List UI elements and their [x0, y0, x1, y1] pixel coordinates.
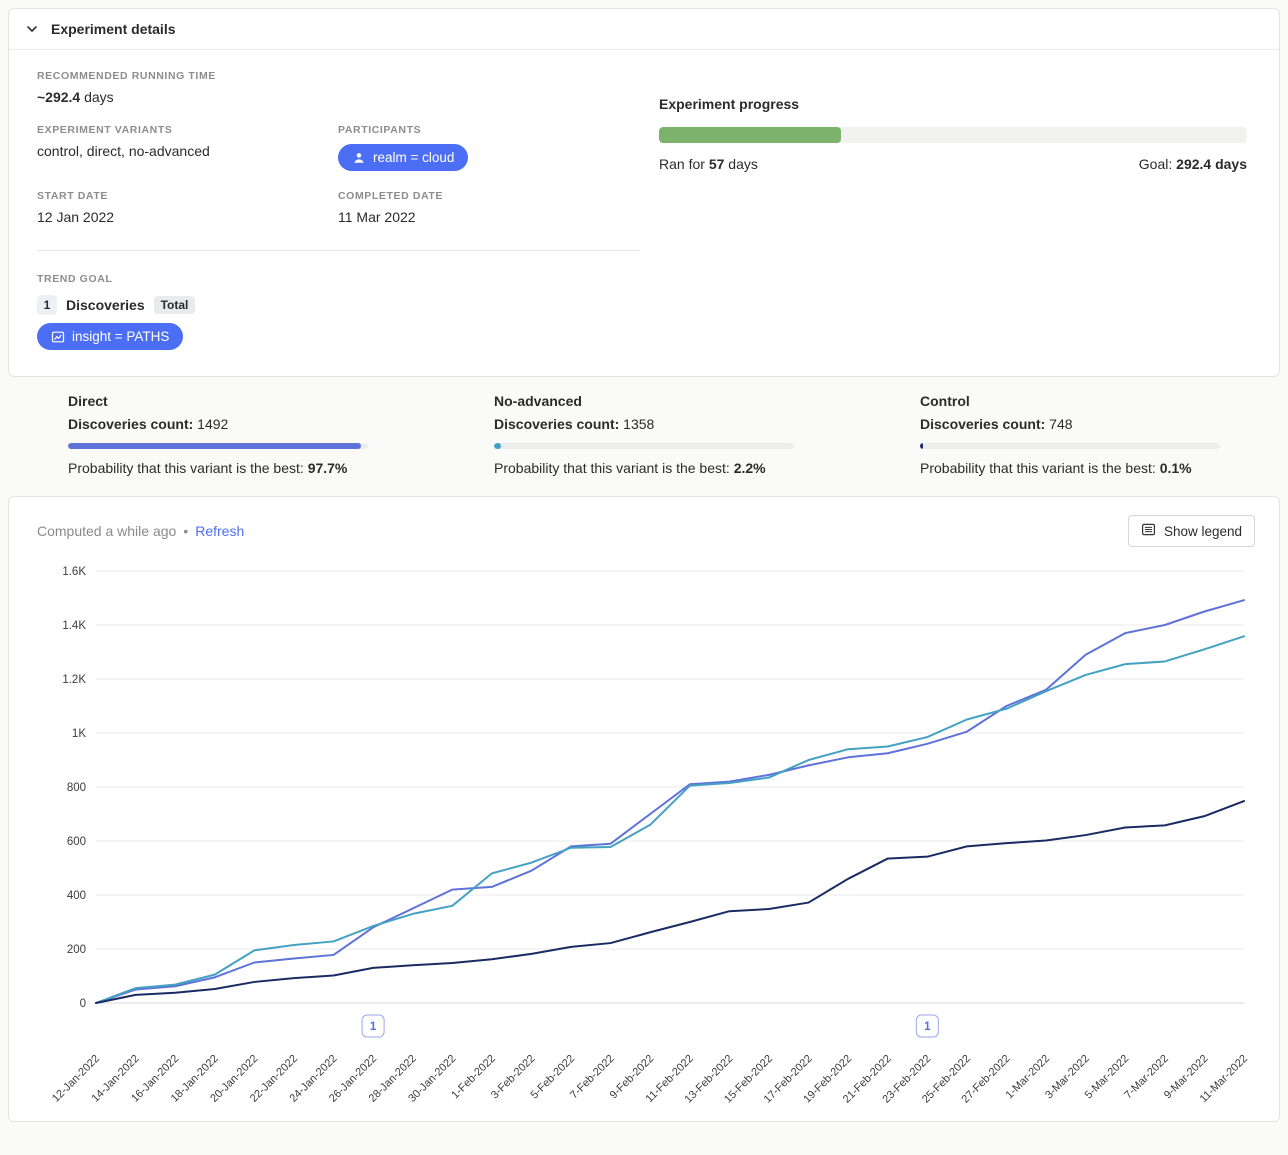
- insight-pill-label: insight = PATHS: [72, 329, 169, 344]
- variant-count: Discoveries count: 748: [920, 416, 1220, 432]
- y-tick-label: 600: [67, 836, 86, 848]
- y-tick-label: 200: [67, 944, 86, 956]
- trend-goal-field: TREND GOAL 1 Discoveries Total insight =…: [37, 273, 641, 350]
- experiment-details-header[interactable]: Experiment details: [9, 9, 1279, 50]
- y-tick-label: 1.6K: [62, 566, 86, 578]
- series-line-no-advanced: [96, 636, 1244, 1003]
- variant-probability-bar: [494, 443, 794, 449]
- participants-field: PARTICIPANTS realm = cloud: [338, 124, 641, 171]
- goal-text: Goal: 292.4 days: [1139, 156, 1247, 172]
- y-tick-label: 400: [67, 890, 86, 902]
- completed-date-value: 11 Mar 2022: [338, 209, 641, 225]
- running-time-value: ~292.4: [37, 89, 80, 105]
- variant-count: Discoveries count: 1358: [494, 416, 794, 432]
- progress-bar: [659, 127, 1247, 143]
- variant-probability-bar: [920, 443, 1220, 449]
- participants-pill-label: realm = cloud: [373, 150, 454, 165]
- legend-icon: [1141, 522, 1156, 540]
- experiment-variants-field: EXPERIMENT VARIANTS control, direct, no-…: [37, 124, 338, 171]
- participants-filter-pill[interactable]: realm = cloud: [338, 144, 468, 171]
- computed-text: Computed a while ago: [37, 523, 176, 539]
- variant-name: Control: [920, 393, 1220, 409]
- y-tick-label: 800: [67, 782, 86, 794]
- variant-probability-bar: [68, 443, 368, 449]
- refresh-link[interactable]: Refresh: [195, 523, 244, 539]
- series-line-control: [96, 801, 1244, 1003]
- participants-label: PARTICIPANTS: [338, 124, 641, 136]
- running-time-unit: days: [80, 89, 113, 105]
- show-legend-button[interactable]: Show legend: [1128, 515, 1255, 547]
- experiment-variants-value: control, direct, no-advanced: [37, 143, 338, 159]
- insight-filter-pill[interactable]: insight = PATHS: [37, 323, 183, 350]
- metric-name: Discoveries: [66, 297, 145, 313]
- variant-probability: Probability that this variant is the bes…: [68, 460, 368, 476]
- experiment-details-body: RECOMMENDED RUNNING TIME ~292.4 days EXP…: [9, 50, 1279, 376]
- variant-card-control: Control Discoveries count: 748 Probabili…: [920, 393, 1220, 476]
- chevron-down-icon[interactable]: [24, 21, 40, 37]
- annotation-badge-label[interactable]: 1: [370, 1021, 377, 1033]
- progress-title: Experiment progress: [659, 96, 1247, 112]
- insight-icon: [51, 330, 65, 344]
- variant-count: Discoveries count: 1492: [68, 416, 368, 432]
- progress-fill: [659, 127, 841, 143]
- variant-probability: Probability that this variant is the bes…: [920, 460, 1220, 476]
- details-divider: [37, 250, 641, 251]
- ran-for-text: Ran for 57 days: [659, 156, 758, 172]
- separator-dot: •: [183, 523, 188, 539]
- variant-summary-row: Direct Discoveries count: 1492 Probabili…: [0, 385, 1288, 488]
- completed-date-label: COMPLETED DATE: [338, 190, 641, 202]
- variant-card-direct: Direct Discoveries count: 1492 Probabili…: [68, 393, 368, 476]
- metric-total-badge: Total: [154, 296, 196, 314]
- trend-goal-label: TREND GOAL: [37, 273, 641, 285]
- start-date-field: START DATE 12 Jan 2022: [37, 190, 338, 225]
- experiment-variants-label: EXPERIMENT VARIANTS: [37, 124, 338, 136]
- series-line-direct: [96, 600, 1244, 1003]
- start-date-label: START DATE: [37, 190, 338, 202]
- variant-card-no-advanced: No-advanced Discoveries count: 1358 Prob…: [494, 393, 794, 476]
- experiment-details-panel: Experiment details RECOMMENDED RUNNING T…: [8, 8, 1280, 377]
- start-date-value: 12 Jan 2022: [37, 209, 338, 225]
- experiment-progress-section: Experiment progress Ran for 57 days Goal…: [641, 70, 1263, 350]
- person-icon: [352, 151, 366, 165]
- variant-name: Direct: [68, 393, 368, 409]
- trend-chart: 02004006008001K1.2K1.4K1.6K12-Jan-202214…: [32, 559, 1256, 1115]
- running-time-label: RECOMMENDED RUNNING TIME: [37, 70, 641, 82]
- details-left-column: RECOMMENDED RUNNING TIME ~292.4 days EXP…: [37, 70, 641, 350]
- y-tick-label: 1.2K: [62, 674, 86, 686]
- panel-title: Experiment details: [51, 21, 176, 37]
- y-tick-label: 1K: [72, 728, 86, 740]
- variant-probability: Probability that this variant is the bes…: [494, 460, 794, 476]
- annotation-badge-label[interactable]: 1: [924, 1021, 931, 1033]
- y-tick-label: 0: [80, 998, 86, 1010]
- page: Experiment details RECOMMENDED RUNNING T…: [0, 8, 1288, 1122]
- variant-name: No-advanced: [494, 393, 794, 409]
- running-time-field: RECOMMENDED RUNNING TIME ~292.4 days: [37, 70, 641, 105]
- metric-index-badge: 1: [37, 295, 57, 315]
- results-chart-panel: Computed a while ago • Refresh Show lege…: [8, 496, 1280, 1122]
- computed-status: Computed a while ago • Refresh: [37, 523, 244, 539]
- completed-date-field: COMPLETED DATE 11 Mar 2022: [338, 190, 641, 225]
- y-tick-label: 1.4K: [62, 620, 86, 632]
